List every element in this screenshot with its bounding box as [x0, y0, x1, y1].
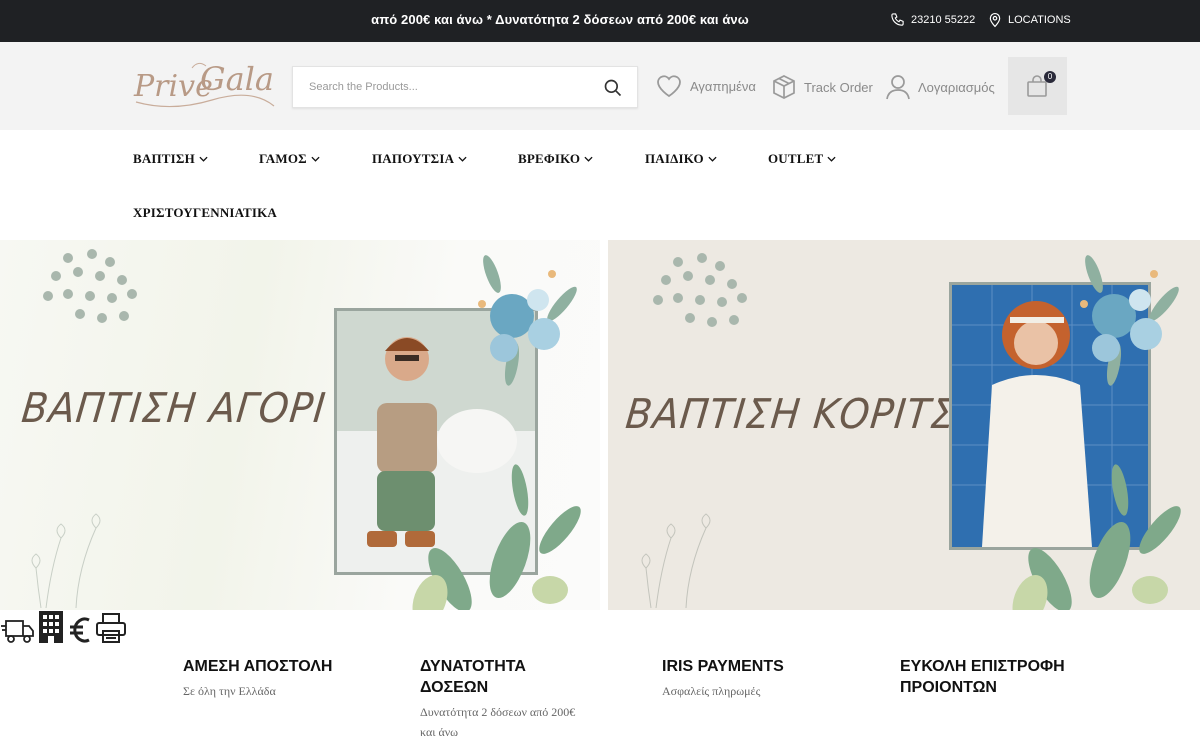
feature-installments: ΔΥΝΑΤΟΤΗΤΑ ΔΟΣΕΩΝ Δυνατότητα 2 δόσεων απ… [420, 656, 575, 742]
dots-decoration [653, 253, 747, 327]
heart-icon [657, 75, 681, 98]
feature-title-line1: ΕΥΚΟΛΗ ΕΠΙΣΤΡΟΦΗ [900, 658, 1065, 675]
nav-item-outlet[interactable]: OUTLET [768, 151, 836, 167]
wishlist-link[interactable]: Αγαπημένα [656, 74, 756, 98]
nav-item-baptism[interactable]: ΒΑΠΤΙΣΗ [133, 151, 208, 167]
chevron-down-icon [827, 156, 836, 162]
map-pin-icon [989, 13, 1001, 28]
logo[interactable]: Prive Gala [132, 56, 277, 118]
locations-label: LOCATIONS [1008, 14, 1071, 26]
wishlist-label: Αγαπημένα [690, 78, 756, 94]
feature-title: IRIS PAYMENTS [662, 658, 784, 675]
nav-label: ΒΡΕΦΙΚΟ [518, 151, 581, 166]
nav-item-shoes[interactable]: ΠΑΠΟΥΤΣΙΑ [372, 151, 467, 167]
chevron-down-icon [199, 156, 208, 162]
user-icon [886, 75, 910, 100]
banner-baptism-boy[interactable]: ΒΑΠΤΙΣΗ ΑΓΟΡΙ [0, 240, 600, 610]
leaves-decoration [1012, 464, 1181, 610]
phone-icon [891, 13, 904, 26]
leaves-decoration [412, 464, 581, 610]
building-icon [39, 611, 64, 643]
feature-title-line1: ΔΥΝΑΤΟΤΗΤΑ [420, 658, 526, 675]
banner-title: ΒΑΠΤΙΣΗ ΚΟΡΙΤΣΙ [623, 390, 971, 438]
cart-button[interactable]: 0 [1008, 57, 1067, 115]
nav-label: ΧΡΙΣΤΟΥΓΕΝΝΙΑΤΙΚΑ [133, 205, 278, 220]
feature-easy-returns: ΕΥΚΟΛΗ ΕΠΙΣΤΡΟΦΗ ΠΡΟΙΟΝΤΩΝ [900, 656, 1065, 698]
site-header: Prive Gala Αγαπημένα Track Order Λογαρια… [0, 42, 1200, 130]
phone-link[interactable]: 23210 55222 [890, 12, 975, 27]
features-strip: ΑΜΕΣΗ ΑΠΟΣΤΟΛΗ Σε όλη την Ελλάδα ΔΥΝΑΤΟΤ… [0, 610, 1200, 750]
blue-flowers-decoration [478, 255, 577, 386]
search-icon[interactable] [603, 78, 623, 98]
feature-fast-shipping: ΑΜΕΣΗ ΑΠΟΣΤΟΛΗ Σε όλη την Ελλάδα [183, 656, 332, 701]
main-navigation: ΒΑΠΤΙΣΗ ΓΑΜΟΣ ΠΑΠΟΥΤΣΙΑ ΒΡΕΦΙΚΟ ΠΑΙΔΙΚΟ … [0, 130, 1200, 240]
euro-icon [69, 617, 90, 643]
nav-label: ΠΑΠΟΥΤΣΙΑ [372, 151, 455, 166]
feature-title-line2: ΔΟΣΕΩΝ [420, 679, 489, 696]
feature-iris-payments: IRIS PAYMENTS Ασφαλείς πληρωμές [662, 656, 784, 701]
nav-item-christmas[interactable]: ΧΡΙΣΤΟΥΓΕΝΝΙΑΤΙΚΑ [133, 205, 277, 221]
flower-sketch-decoration [641, 513, 711, 608]
dots-decoration [43, 249, 137, 323]
track-order-link[interactable]: Track Order [772, 74, 873, 100]
printer-icon [96, 613, 127, 643]
blue-flowers-decoration [1080, 255, 1179, 386]
banner-baptism-girl[interactable]: ΒΑΠΤΙΣΗ ΚΟΡΙΤΣΙ [608, 240, 1200, 610]
chevron-down-icon [584, 156, 593, 162]
account-label: Λογαριασμός [918, 79, 995, 95]
nav-label: ΒΑΠΤΙΣΗ [133, 151, 195, 166]
svg-text:Gala: Gala [200, 60, 274, 98]
feature-title: ΑΜΕΣΗ ΑΠΟΣΤΟΛΗ [183, 658, 333, 675]
banner-title: ΒΑΠΤΙΣΗ ΑΓΟΡΙ [19, 384, 329, 432]
phone-number: 23210 55222 [911, 13, 976, 26]
flower-sketch-decoration [31, 513, 101, 608]
chevron-down-icon [708, 156, 717, 162]
feature-subtitle: Σε όλη την Ελλάδα [183, 684, 276, 698]
nav-label: OUTLET [768, 151, 824, 166]
truck-icon [1, 620, 34, 643]
feature-subtitle: Ασφαλείς πληρωμές [662, 684, 761, 698]
chevron-down-icon [458, 156, 467, 162]
nav-item-wedding[interactable]: ΓΑΜΟΣ [259, 151, 320, 167]
account-link[interactable]: Λογαριασμός [886, 74, 995, 100]
feature-subtitle-line2: και άνω [420, 725, 459, 739]
package-icon [773, 75, 795, 99]
chevron-down-icon [311, 156, 320, 162]
track-order-label: Track Order [804, 79, 873, 95]
feature-subtitle-line1: Δυνατότητα 2 δόσεων από 200€ [420, 705, 576, 719]
cart-count-badge: 0 [1044, 71, 1056, 83]
nav-label: ΠΑΙΔΙΚΟ [645, 151, 704, 166]
nav-label: ΓΑΜΟΣ [259, 151, 307, 166]
nav-item-baby[interactable]: ΒΡΕΦΙΚΟ [518, 151, 593, 167]
nav-item-kids[interactable]: ΠΑΙΔΙΚΟ [645, 151, 717, 167]
search-box [292, 66, 638, 108]
search-input[interactable] [309, 81, 599, 93]
feature-title-line2: ΠΡΟΙΟΝΤΩΝ [900, 679, 997, 696]
locations-link[interactable]: LOCATIONS [988, 12, 1071, 28]
top-announcement-bar: από 200€ και άνω * Δυνατότητα 2 δόσεων α… [0, 0, 1200, 42]
